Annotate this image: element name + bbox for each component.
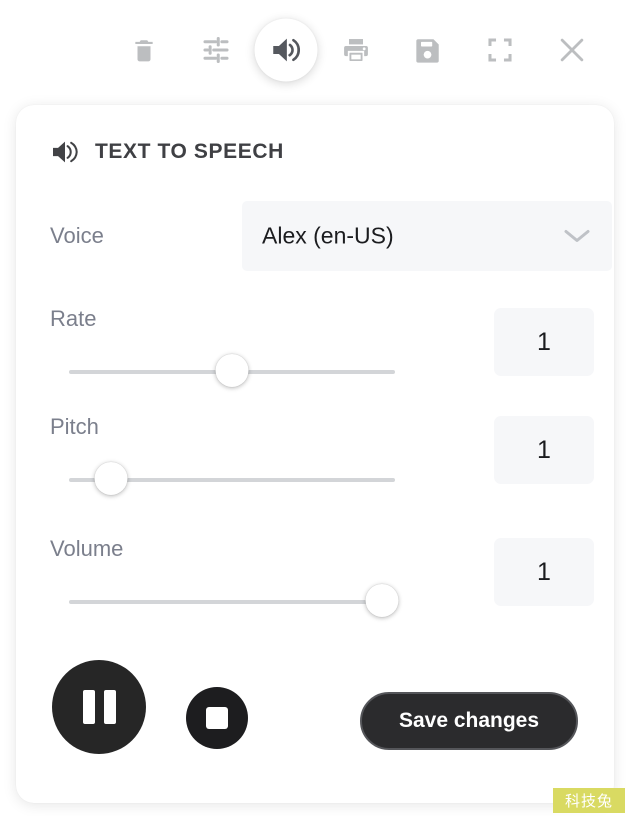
toolbar-button-settings[interactable]	[180, 14, 252, 86]
top-toolbar	[0, 0, 630, 100]
pitch-label: Pitch	[50, 414, 99, 439]
rate-slider[interactable]	[51, 354, 413, 390]
rate-value-field[interactable]: 1	[494, 308, 594, 376]
save-changes-button[interactable]: Save changes	[360, 692, 578, 750]
voice-select[interactable]: Alex (en-US)	[242, 201, 612, 271]
voice-label: Voice	[50, 223, 104, 248]
speaker-volume-icon	[269, 33, 303, 67]
toolbar-button-text-to-speech[interactable]	[252, 16, 320, 84]
pause-icon	[82, 690, 116, 724]
voice-selected-value: Alex (en-US)	[262, 222, 394, 249]
text-to-speech-panel: TEXT TO SPEECH Voice Alex (en-US) Rate 1…	[16, 105, 614, 803]
pause-button[interactable]	[52, 660, 146, 754]
pitch-slider-thumb[interactable]	[94, 462, 128, 495]
volume-slider[interactable]	[51, 584, 413, 620]
toolbar-button-delete[interactable]	[108, 14, 180, 86]
panel-actions: Save changes	[16, 660, 614, 770]
volume-label: Volume	[50, 536, 124, 561]
volume-value-field[interactable]: 1	[494, 538, 594, 606]
rate-label: Rate	[50, 306, 97, 331]
toolbar-button-save[interactable]	[392, 14, 464, 86]
voice-row: Voice Alex (en-US)	[50, 201, 612, 271]
tune-sliders-icon	[201, 35, 231, 65]
trash-icon	[131, 36, 157, 64]
speaker-volume-icon	[50, 140, 80, 164]
toolbar-button-print[interactable]	[320, 14, 392, 86]
floppy-disk-icon	[414, 36, 442, 64]
rate-slider-thumb[interactable]	[215, 354, 249, 387]
pitch-value-field[interactable]: 1	[494, 416, 594, 484]
stop-icon	[206, 707, 228, 729]
pitch-slider[interactable]	[51, 462, 413, 498]
close-x-icon	[556, 34, 588, 66]
toolbar-button-fullscreen[interactable]	[464, 14, 536, 86]
panel-header: TEXT TO SPEECH	[50, 140, 284, 164]
volume-slider-track[interactable]	[69, 600, 395, 604]
stop-button[interactable]	[186, 687, 248, 749]
chevron-down-icon	[562, 227, 592, 245]
page-title: TEXT TO SPEECH	[95, 140, 284, 163]
fullscreen-icon	[486, 36, 514, 64]
watermark: 科技兔	[553, 788, 625, 813]
printer-icon	[342, 36, 370, 64]
volume-slider-thumb[interactable]	[365, 584, 399, 617]
toolbar-button-close[interactable]	[536, 14, 608, 86]
